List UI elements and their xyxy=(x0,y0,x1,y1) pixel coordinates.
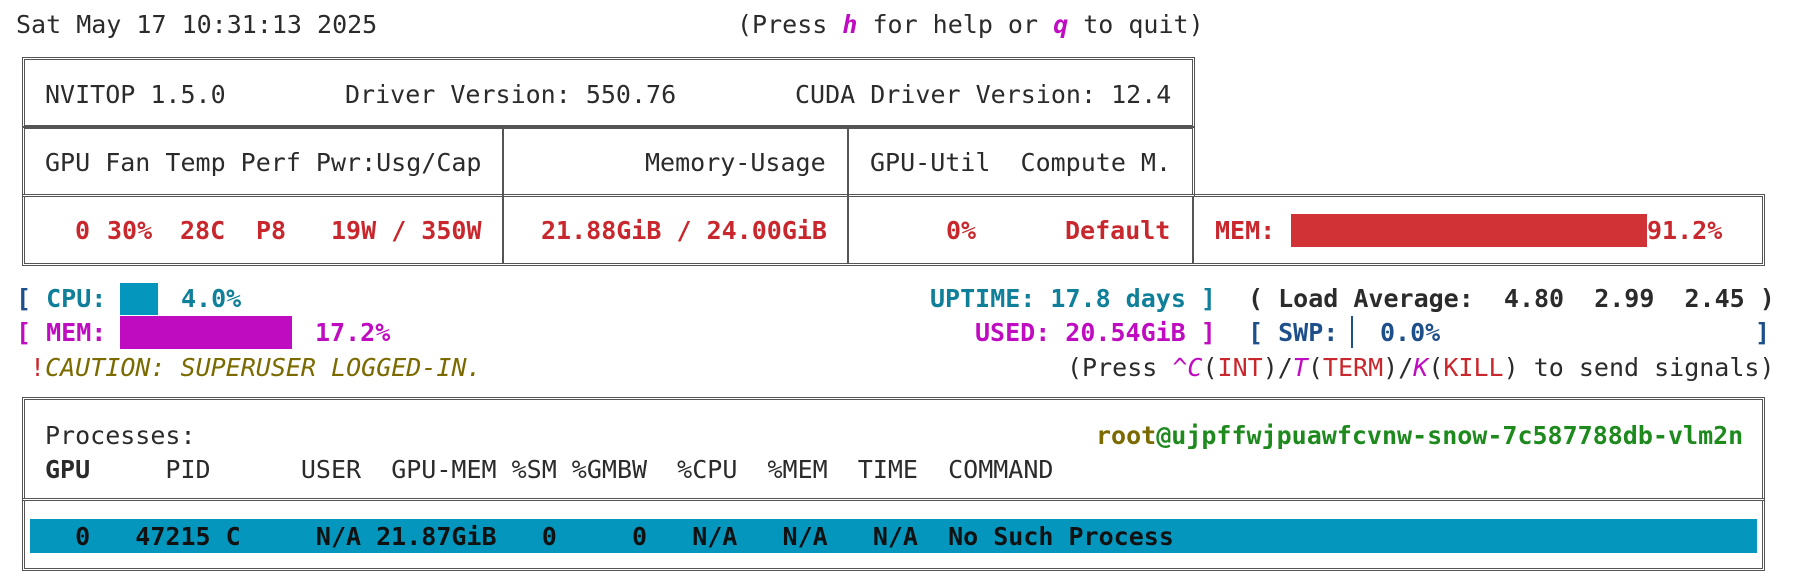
process-row[interactable]: 0 47215 C N/A 21.87GiB 0 0 N/A N/A N/A N… xyxy=(45,522,1174,552)
swap-bar xyxy=(1351,316,1353,348)
col-memory-usage: Memory-Usage xyxy=(645,148,826,177)
help-hint: (Press h for help or q to quit) xyxy=(737,10,1204,40)
driver-version: Driver Version: 550.76 xyxy=(345,80,677,109)
header-gpu: GPU xyxy=(45,455,91,484)
gpu-memory: 21.88GiB / 24.00GiB xyxy=(541,216,827,245)
uptime: UPTIME: 17.8 days ] xyxy=(930,284,1216,313)
app-version: NVITOP 1.5.0 xyxy=(45,80,226,109)
gpu-index: 0 xyxy=(75,216,91,245)
gpu-power: 19W / 350W xyxy=(331,216,482,245)
swap-value: 0.0% xyxy=(1380,318,1441,347)
term-signal: TERM xyxy=(1322,353,1384,382)
bracket: ] xyxy=(1755,318,1771,347)
swap-label: SWP: xyxy=(1278,318,1339,347)
divider xyxy=(847,197,849,263)
quit-key: q xyxy=(1053,10,1069,39)
cpu-label: CPU: xyxy=(46,284,107,313)
ctrl-c-key: ^C xyxy=(1172,353,1203,382)
hostname: @ujpffwjpuawfcvnw-snow-7c587788db-vlm2n xyxy=(1156,421,1744,450)
t-key: T xyxy=(1292,353,1308,382)
help-text: for help or xyxy=(857,10,1054,39)
gpu-fan: 30% xyxy=(107,216,153,245)
col-gpu-fan-temp: GPU Fan Temp Perf Pwr:Usg/Cap xyxy=(45,148,482,177)
bracket: [ xyxy=(1248,318,1279,347)
signals-hint: (Press ^C(INT)/T(TERM)/K(KILL) to send s… xyxy=(1067,353,1775,382)
process-user-host: root@ujpffwjpuawfcvnw-snow-7c587788db-vl… xyxy=(1096,421,1743,451)
gpu-util: 0% xyxy=(946,216,977,245)
int-signal: INT xyxy=(1217,353,1263,382)
cpu-stat: [ CPU: xyxy=(16,284,106,314)
help-text: (Press xyxy=(737,10,843,39)
kill-signal: KILL xyxy=(1443,353,1504,382)
mem-used: USED: 20.54GiB ] xyxy=(975,318,1216,347)
divider xyxy=(1192,197,1194,263)
mem-stat: [ MEM: xyxy=(16,318,106,348)
header-rest: PID USER GPU-MEM %SM %GMBW %CPU %MEM TIM… xyxy=(165,455,1054,484)
gpu-compute-mode: Default xyxy=(1065,216,1171,245)
divider xyxy=(847,129,849,196)
caution-message: !CAUTION: SUPERUSER LOGGED-IN. xyxy=(30,353,482,383)
gpu-mem-percent: 91.2% xyxy=(1647,216,1723,245)
gpu-perf: P8 xyxy=(256,216,287,245)
cpu-bar xyxy=(120,283,158,315)
process-headers: GPU PID USER GPU-MEM %SM %GMBW %CPU %MEM… xyxy=(45,455,1053,485)
load-label: ( Load Average: xyxy=(1248,284,1474,313)
divider xyxy=(502,197,504,263)
swap-stat: [ SWP: xyxy=(1248,318,1338,348)
load-values: 4.80 2.99 2.45 ) xyxy=(1503,284,1775,313)
k-key: K xyxy=(1413,353,1429,382)
gpu-mem-bar xyxy=(1291,214,1647,247)
load-average: ( Load Average: 4.80 2.99 2.45 ) xyxy=(1248,284,1775,314)
mem-label: MEM: xyxy=(46,318,107,347)
help-key: h xyxy=(842,10,858,39)
gpu-temp: 28C xyxy=(180,216,226,245)
divider xyxy=(502,129,504,196)
bracket: [ xyxy=(16,284,47,313)
processes-title: Processes: xyxy=(45,421,196,450)
mem-bar xyxy=(120,316,292,349)
cpu-value: 4.0% xyxy=(181,284,242,313)
bracket: [ xyxy=(16,318,47,347)
mem-value: 17.2% xyxy=(315,318,391,347)
cuda-version: CUDA Driver Version: 12.4 xyxy=(795,80,1172,109)
caution-bang: ! xyxy=(30,353,46,382)
col-gpu-util: GPU-Util Compute M. xyxy=(870,148,1172,177)
caution-text: CAUTION: SUPERUSER LOGGED-IN. xyxy=(45,353,482,382)
help-text: to quit) xyxy=(1068,10,1204,39)
user: root xyxy=(1096,421,1157,450)
gpu-mem-label: MEM: xyxy=(1215,216,1276,245)
datetime: Sat May 17 10:31:13 2025 xyxy=(16,10,378,39)
